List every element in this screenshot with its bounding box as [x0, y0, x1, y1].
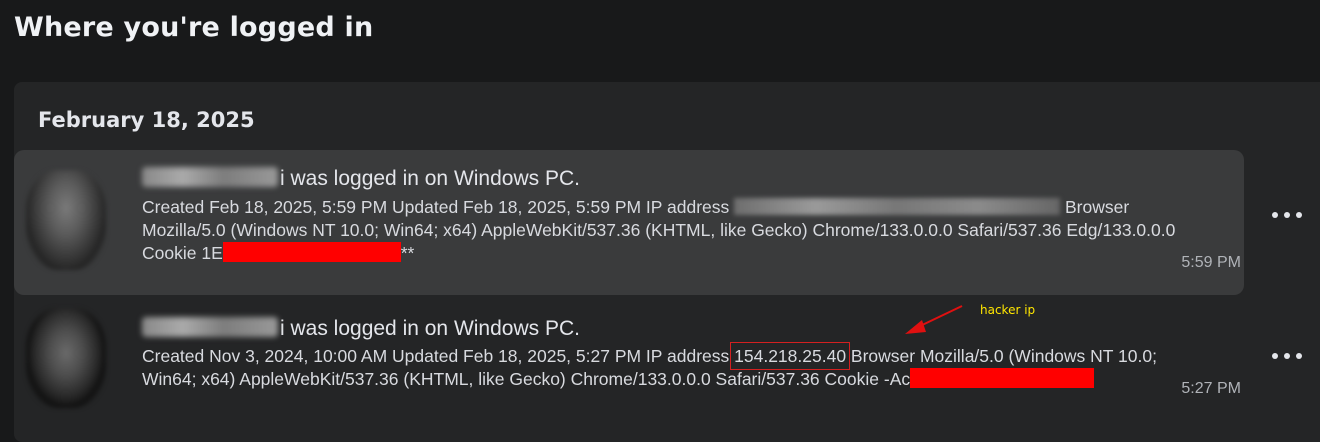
annotation-arrow-icon [905, 305, 963, 334]
